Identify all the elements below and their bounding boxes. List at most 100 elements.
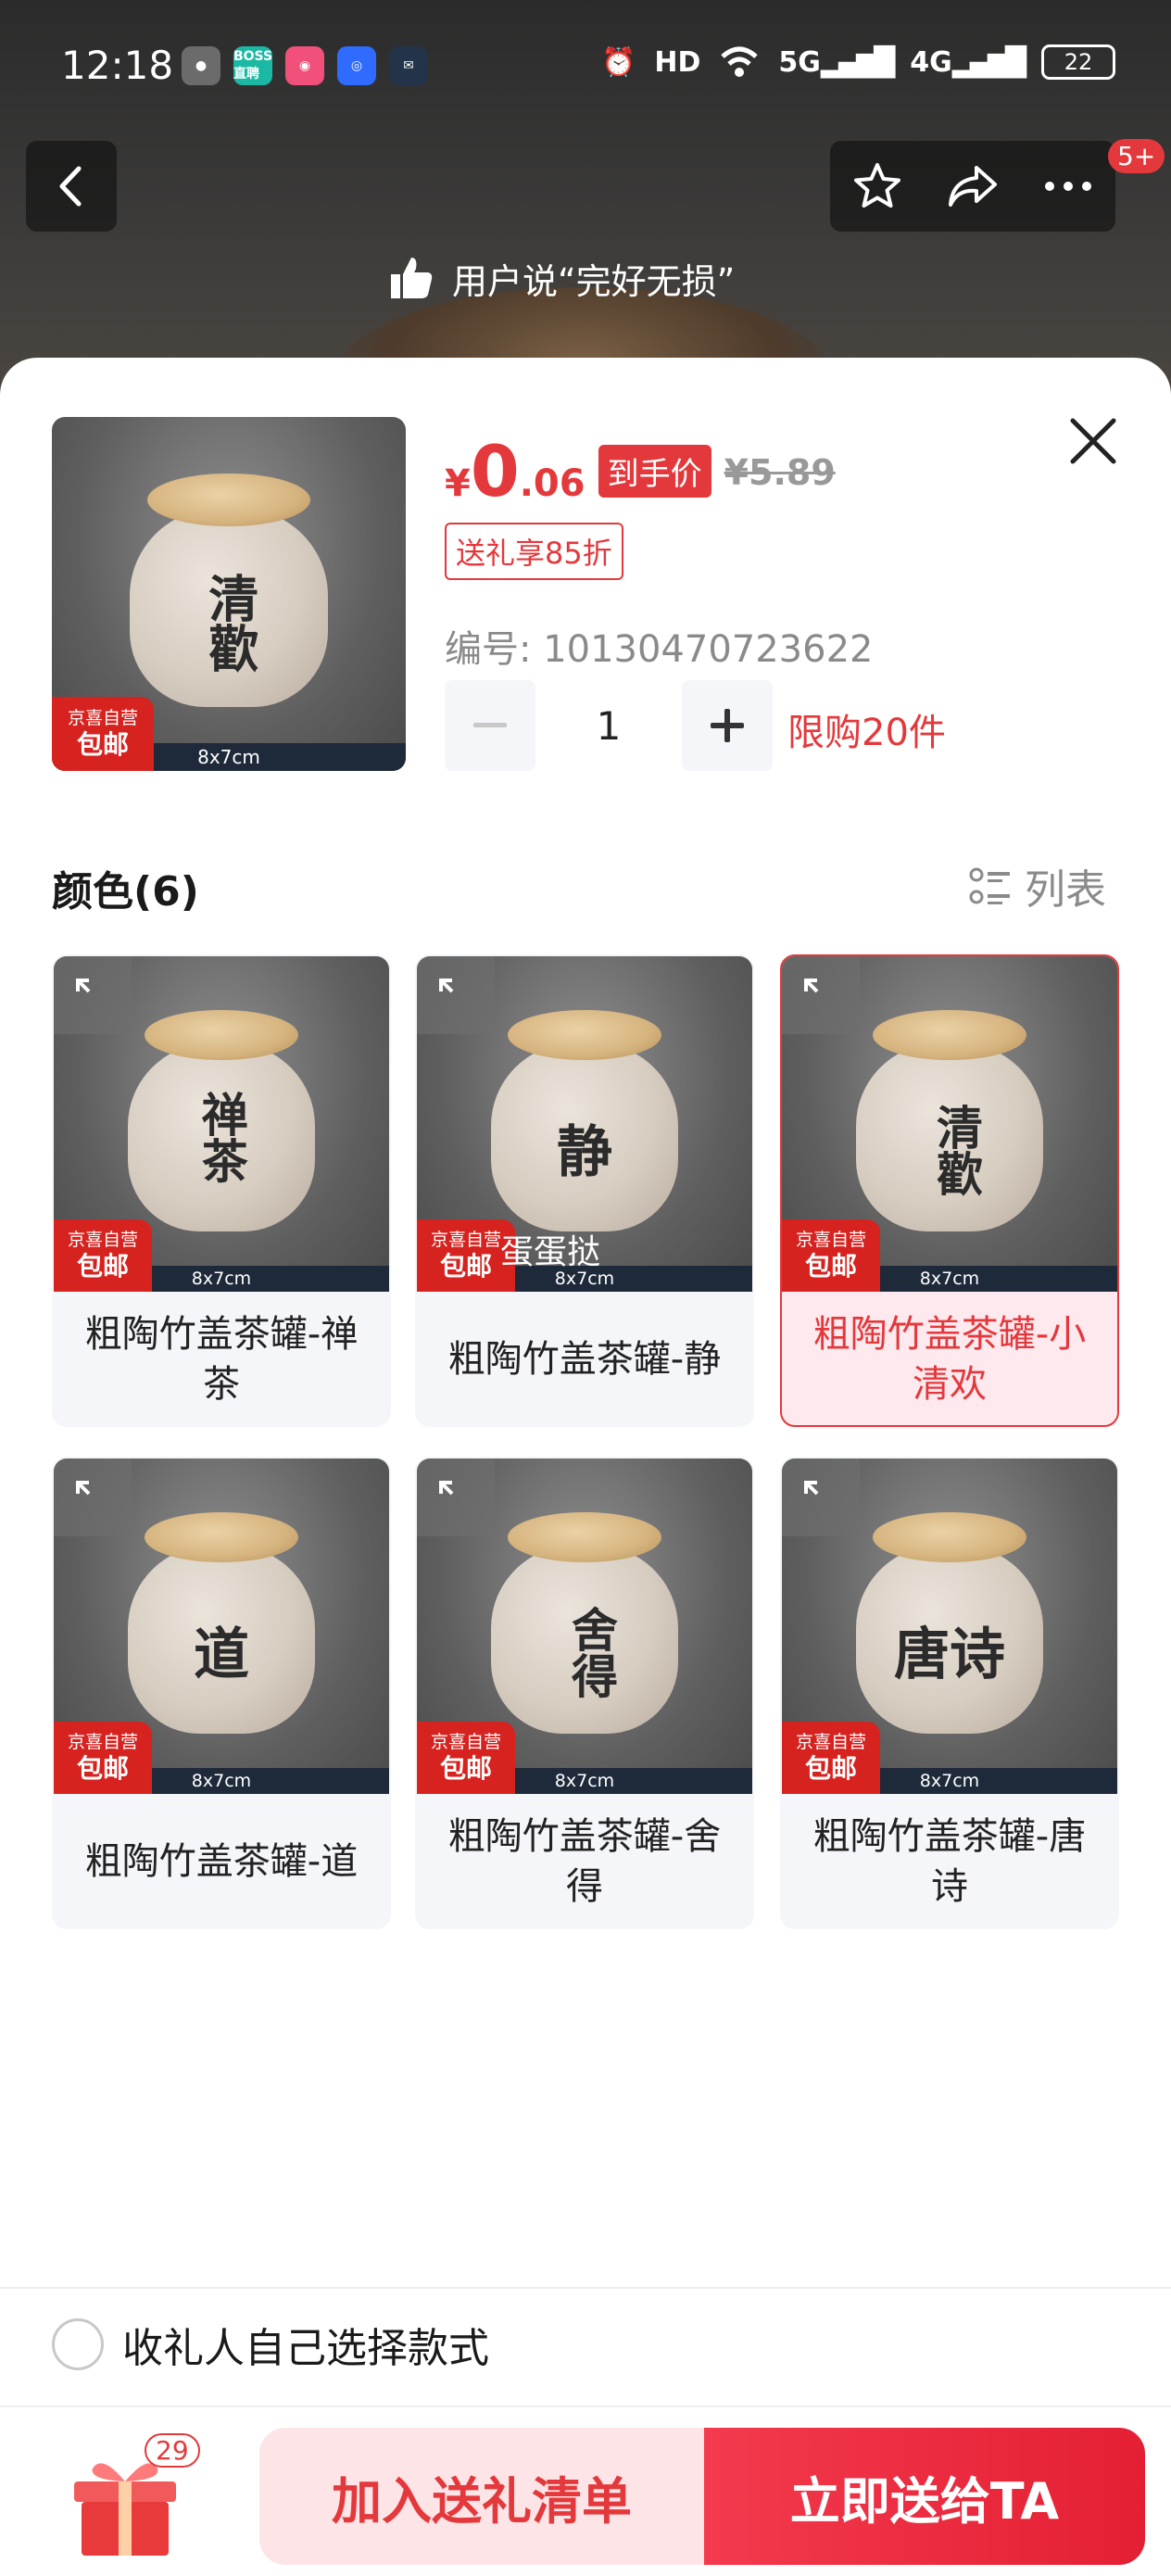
jar-lid (507, 1009, 662, 1061)
signal-4g-icon: 4G▂▄▆█ (910, 45, 1026, 79)
expand-icon[interactable] (417, 956, 495, 1034)
price-row: ¥ 0 .06 到手价 ¥5.89 (445, 430, 836, 512)
product-thumbnail[interactable]: 清歡 8x7cm 京喜自营 包邮 (52, 417, 406, 771)
variant-card[interactable]: 清歡 8x7cm 京喜自营 包邮粗陶竹盖茶罐-小清欢 (780, 954, 1119, 1427)
variant-name: 粗陶竹盖茶罐-小清欢 (812, 1313, 1087, 1406)
quantity-increase-button[interactable] (682, 680, 773, 771)
variant-name: 粗陶竹盖茶罐-舍得 (447, 1815, 722, 1908)
variant-image: 舍得 8x7cm 京喜自营 包邮 (417, 1458, 752, 1794)
jd-self-operated-badge: 京喜自营 包邮 (52, 697, 154, 771)
expand-corner-icon (804, 1481, 819, 1496)
back-button[interactable] (26, 141, 117, 232)
watermark-overlay: 蛋蛋挞 (500, 1233, 601, 1271)
jar-calligraphy: 舍得 (564, 1606, 620, 1699)
share-icon[interactable] (945, 160, 1001, 212)
badge-line1: 京喜自营 (430, 1731, 501, 1752)
expand-corner-icon (439, 1481, 454, 1496)
badge-line1: 京喜自营 (795, 1229, 866, 1250)
more-icon[interactable] (1042, 177, 1094, 196)
jd-self-operated-badge: 京喜自营 包邮 (54, 1722, 152, 1794)
system-icons: ⏰ HD 5G▂▄▆█ 4G▂▄▆█ 22 (601, 44, 1115, 80)
variant-card[interactable]: 禅茶 8x7cm 京喜自营 包邮粗陶竹盖茶罐-禅茶 (52, 954, 391, 1427)
variant-name: 粗陶竹盖茶罐-静 (447, 1338, 722, 1381)
expand-icon[interactable] (54, 1458, 132, 1536)
badge-line1: 京喜自营 (430, 1229, 501, 1250)
badge-line2: 包邮 (76, 1250, 129, 1282)
send-now-button[interactable]: 立即送给TA (704, 2428, 1145, 2565)
chevron-left-icon (59, 166, 82, 207)
recipient-choose-option[interactable]: 收礼人自己选择款式 (52, 2315, 489, 2374)
badge-line1: 京喜自营 (67, 1229, 138, 1250)
expand-corner-icon (76, 1481, 91, 1496)
badge-line2: 包邮 (804, 1250, 857, 1282)
radio-button[interactable] (52, 2318, 104, 2370)
review-tag-text: 用户说“完好无损” (452, 260, 736, 302)
jar-calligraphy: 道 (194, 1622, 249, 1687)
star-icon[interactable] (851, 160, 903, 212)
divider (0, 2287, 1171, 2289)
radio-label: 收礼人自己选择款式 (122, 2325, 489, 2372)
jar-lid (144, 1511, 299, 1563)
hd-icon: HD (654, 45, 701, 79)
variant-image: 道 8x7cm 京喜自营 包邮 (54, 1458, 389, 1794)
app-blue-icon: ◎ (337, 46, 376, 85)
badge-line2: 包邮 (439, 1752, 492, 1784)
expand-corner-icon (76, 979, 91, 993)
badge-line2: 包邮 (76, 728, 129, 760)
jar-calligraphy: 清歡 (929, 1104, 985, 1197)
wifi-icon (721, 46, 759, 77)
expand-icon[interactable] (417, 1458, 495, 1536)
battery-icon: 22 (1041, 44, 1115, 80)
jd-self-operated-badge: 京喜自营 包邮 (782, 1219, 880, 1292)
list-view-toggle[interactable]: 列表 (969, 856, 1106, 915)
status-bar: 12:18 ● BOSS直聘 ◉ ◎ ✉ ⏰ HD 5G▂▄▆█ 4G▂▄▆█ … (0, 0, 1171, 139)
badge-line2: 包邮 (804, 1752, 857, 1784)
original-price: ¥5.89 (724, 452, 836, 493)
final-price-tag: 到手价 (598, 445, 711, 498)
thumbs-up-icon (391, 258, 433, 298)
notification-app-icons: ● BOSS直聘 ◉ ◎ ✉ (182, 46, 428, 85)
expand-icon[interactable] (782, 956, 860, 1034)
price-integer: 0 (470, 430, 520, 512)
quantity-value[interactable]: 1 (535, 680, 682, 771)
expand-corner-icon (804, 979, 819, 993)
badge-line2: 包邮 (76, 1752, 129, 1784)
expand-icon[interactable] (54, 956, 132, 1034)
variant-name: 粗陶竹盖茶罐-禅茶 (84, 1313, 359, 1406)
color-section-title: 颜色(6) (52, 868, 199, 915)
variant-image: 唐诗 8x7cm 京喜自营 包邮 (782, 1458, 1117, 1794)
jar-lid (872, 1009, 1027, 1061)
price-symbol: ¥ (445, 462, 471, 505)
quantity-decrease-button[interactable] (445, 680, 535, 771)
review-tag: 用户说“完好无损” (385, 239, 735, 317)
jar-calligraphy: 静 (557, 1119, 612, 1185)
variant-card[interactable]: 道 8x7cm 京喜自营 包邮粗陶竹盖茶罐-道 (52, 1457, 391, 1929)
expand-corner-icon (439, 979, 454, 993)
variant-image: 清歡 8x7cm 京喜自营 包邮 (782, 956, 1117, 1292)
jd-self-operated-badge: 京喜自营 包邮 (417, 1722, 515, 1794)
expand-icon[interactable] (782, 1458, 860, 1536)
variant-name: 粗陶竹盖茶罐-唐诗 (812, 1815, 1087, 1908)
close-icon[interactable] (1065, 413, 1121, 469)
variant-card[interactable]: 舍得 8x7cm 京喜自营 包邮粗陶竹盖茶罐-舍得 (415, 1457, 754, 1929)
status-time: 12:18 (61, 43, 174, 88)
variant-image: 禅茶 8x7cm 京喜自营 包邮 (54, 956, 389, 1292)
jd-self-operated-badge: 京喜自营 包邮 (54, 1219, 152, 1292)
add-to-gift-list-button[interactable]: 加入送礼清单 (259, 2428, 704, 2565)
variant-card[interactable]: 唐诗 8x7cm 京喜自营 包邮粗陶竹盖茶罐-唐诗 (780, 1457, 1119, 1929)
app-dark-icon: ✉ (389, 46, 428, 85)
variant-name: 粗陶竹盖茶罐-道 (84, 1840, 359, 1883)
list-view-label: 列表 (1025, 866, 1106, 914)
jar-lid (507, 1511, 662, 1563)
price-decimal: .06 (519, 462, 586, 505)
divider (0, 2406, 1171, 2407)
sku-number: 编号: 10130470723622 (445, 628, 874, 671)
jar-lid (147, 474, 310, 527)
alarm-icon: ⏰ (601, 45, 636, 79)
jar-lid (144, 1009, 299, 1061)
message-badge: 5+ (1108, 139, 1165, 173)
app-pink-icon: ◉ (285, 46, 324, 85)
variant-card[interactable]: 静 8x7cm 京喜自营 包邮 蛋蛋挞 粗陶竹盖茶罐-静 (415, 954, 754, 1427)
gift-discount-badge: 送礼享85折 (445, 523, 623, 580)
jar-calligraphy: 禅茶 (194, 1090, 249, 1183)
